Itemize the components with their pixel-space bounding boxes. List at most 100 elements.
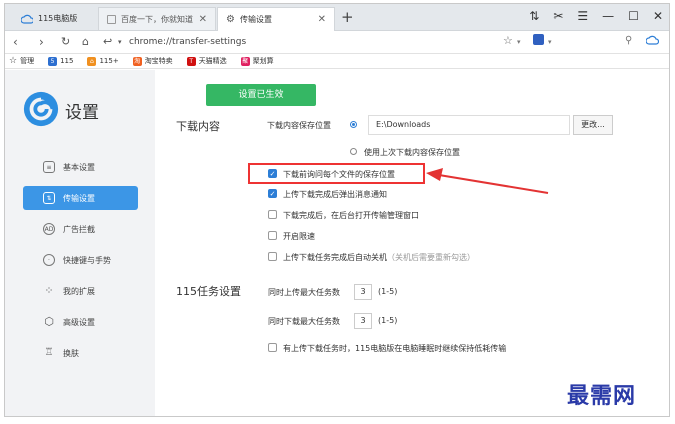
- bookmarks-bar: ☆ 管理 5 115 ⌂ 115+ 淘 淘宝特卖 T 天猫精选 聚 聚划算: [5, 54, 669, 69]
- gear-icon: ⚙: [226, 14, 235, 25]
- bookmark-115plus[interactable]: ⌂ 115+: [87, 56, 119, 66]
- sidebar-item-shortcuts[interactable]: · 快捷键与手势: [23, 248, 138, 272]
- star-icon: ☆: [9, 56, 18, 66]
- tmall-icon: T: [186, 56, 196, 66]
- sidebar-item-basic[interactable]: ≡ 基本设置: [23, 155, 138, 179]
- extension-icon[interactable]: [533, 34, 544, 48]
- speed-limit-checkbox[interactable]: [268, 231, 277, 240]
- sidebar-item-adblock[interactable]: AD 广告拦截: [23, 217, 138, 241]
- sidebar-item-transfer[interactable]: ⇅ 传输设置: [23, 186, 138, 210]
- minimize-icon[interactable]: —: [602, 9, 614, 23]
- browser-window: 115电脑版 百度一下，你就知道 ✕ ⚙ 传输设置 ✕ + ⇅ ✂ ☰ — ☐ …: [4, 3, 670, 417]
- use-last-location-radio[interactable]: [350, 148, 357, 155]
- auto-shutdown-text: 上传下载任务完成后自动关机: [283, 253, 387, 262]
- bookmark-label: 天猫精选: [198, 57, 227, 65]
- tab-label: 传输设置: [239, 15, 272, 24]
- bookmark-juhuasuan[interactable]: 聚 聚划算: [240, 56, 274, 66]
- close-window-icon[interactable]: ✕: [653, 9, 663, 23]
- settings-sidebar: 设置 ≡ 基本设置 ⇅ 传输设置 AD 广告拦截 · 快捷键与手势 ⁘ 我的扩展…: [5, 70, 155, 416]
- sidebar-item-label: 我的扩展: [63, 286, 95, 296]
- download-max-input[interactable]: 3: [354, 313, 372, 329]
- upload-max-input[interactable]: 3: [354, 284, 372, 300]
- download-path-field[interactable]: E:\Downloads: [368, 115, 570, 135]
- back-icon[interactable]: ‹: [13, 35, 18, 49]
- star-icon[interactable]: ☆: [503, 34, 513, 47]
- refresh-icon[interactable]: ↻: [61, 35, 70, 48]
- close-icon[interactable]: ✕: [318, 14, 326, 25]
- transfer-icon: ⇅: [43, 192, 55, 204]
- cloud-icon: [21, 14, 33, 24]
- keep-awake-label: 有上传下载任务时，115电脑版在电脑睡眠时继续保持低耗传输: [283, 344, 507, 353]
- tab-label: 百度一下，你就知道: [121, 14, 193, 24]
- task-section-title: 115任务设置: [176, 285, 241, 298]
- chevron-down-icon[interactable]: ▾: [118, 38, 122, 46]
- new-tab-icon[interactable]: +: [341, 8, 354, 26]
- maximize-icon[interactable]: ☐: [628, 9, 639, 23]
- menu-icon[interactable]: ☰: [577, 9, 588, 23]
- tab-115[interactable]: 115电脑版: [13, 7, 95, 30]
- sort-icon[interactable]: ⇅: [529, 9, 539, 23]
- use-last-location-label: 使用上次下载内容保存位置: [364, 148, 460, 157]
- browser-logo-icon: [23, 91, 59, 127]
- auto-shutdown-checkbox[interactable]: [268, 252, 277, 261]
- address-bar: ‹ › ↻ ⌂ ↩ ▾ chrome://transfer-settings ☆…: [5, 31, 669, 54]
- window-controls: ⇅ ✂ ☰ — ☐ ✕: [529, 9, 663, 23]
- bookmark-115[interactable]: 5 115: [48, 56, 74, 66]
- url-input[interactable]: chrome://transfer-settings: [129, 34, 529, 50]
- mouse-icon: ·: [43, 254, 55, 266]
- bookmark-label: 聚划算: [252, 57, 274, 65]
- bookmark-manage[interactable]: ☆ 管理: [9, 56, 34, 66]
- change-path-button[interactable]: 更改...: [573, 115, 613, 135]
- home-icon[interactable]: ⌂: [82, 35, 89, 48]
- notify-on-complete-checkbox[interactable]: ✓: [268, 189, 277, 198]
- download-section-title: 下载内容: [176, 120, 220, 133]
- sidebar-item-skin[interactable]: ♖ 换肤: [23, 341, 138, 365]
- download-max-label: 同时下载最大任务数: [268, 317, 340, 326]
- chevron-down-icon[interactable]: ▾: [517, 38, 521, 46]
- extensions-icon: ⁘: [44, 284, 54, 297]
- speed-limit-label: 开启限速: [283, 232, 315, 241]
- annotation-highlight-box: [248, 163, 425, 184]
- settings-applied-button[interactable]: 设置已生效: [206, 84, 316, 106]
- search-icon[interactable]: ⚲: [625, 35, 632, 46]
- sidebar-item-extensions[interactable]: ⁘ 我的扩展: [23, 279, 138, 303]
- bookmark-label: 淘宝特卖: [144, 57, 173, 65]
- sidebar-item-label: 换肤: [63, 348, 79, 358]
- notify-on-complete-label: 上传下载完成后弹出消息通知: [283, 190, 387, 199]
- tab-bar: 115电脑版 百度一下，你就知道 ✕ ⚙ 传输设置 ✕ + ⇅ ✂ ☰ — ☐ …: [5, 4, 669, 31]
- tab-transfer-settings[interactable]: ⚙ 传输设置 ✕: [217, 7, 335, 31]
- watermark-text: 最需网: [567, 383, 637, 409]
- sidebar-item-label: 高级设置: [63, 317, 95, 327]
- bookmark-label: 115: [60, 57, 74, 65]
- 115-icon: 5: [48, 56, 58, 66]
- bookmark-label: 115+: [99, 57, 119, 65]
- save-location-label: 下载内容保存位置: [267, 121, 331, 130]
- close-icon[interactable]: ✕: [199, 14, 207, 25]
- auto-shutdown-hint: （关机后需要重新勾选）: [387, 253, 475, 262]
- scissors-icon[interactable]: ✂: [553, 9, 563, 23]
- forward-icon[interactable]: ›: [39, 35, 44, 49]
- chevron-down-icon[interactable]: ▾: [548, 38, 552, 46]
- bookmark-taobao[interactable]: 淘 淘宝特卖: [132, 56, 173, 66]
- sidebar-item-label: 传输设置: [63, 193, 95, 203]
- sidebar-item-label: 广告拦截: [63, 224, 95, 234]
- undo-icon[interactable]: ↩: [103, 35, 112, 48]
- sidebar-item-advanced[interactable]: ⬡ 高级设置: [23, 310, 138, 334]
- shirt-icon: ♖: [44, 347, 54, 358]
- upload-range-hint: (1-5): [378, 287, 398, 296]
- upload-max-label: 同时上传最大任务数: [268, 288, 340, 297]
- keep-awake-checkbox[interactable]: [268, 343, 277, 352]
- open-transfer-window-checkbox[interactable]: [268, 210, 277, 219]
- bookmark-label: 管理: [20, 57, 35, 65]
- download-range-hint: (1-5): [378, 316, 398, 325]
- cloud-icon[interactable]: [645, 34, 660, 48]
- custom-location-radio[interactable]: [350, 121, 357, 128]
- open-transfer-window-label: 下载完成后，在后台打开传输管理窗口: [283, 211, 419, 220]
- settings-main: 设置已生效 下载内容 下载内容保存位置 E:\Downloads 更改... 使…: [155, 70, 669, 416]
- 115plus-icon: ⌂: [87, 56, 97, 66]
- tab-baidu[interactable]: 百度一下，你就知道 ✕: [98, 7, 216, 30]
- bookmark-tmall[interactable]: T 天猫精选: [186, 56, 227, 66]
- sidebar-item-label: 基本设置: [63, 162, 95, 172]
- baidu-icon: [107, 14, 116, 24]
- settings-title: 设置: [65, 103, 99, 123]
